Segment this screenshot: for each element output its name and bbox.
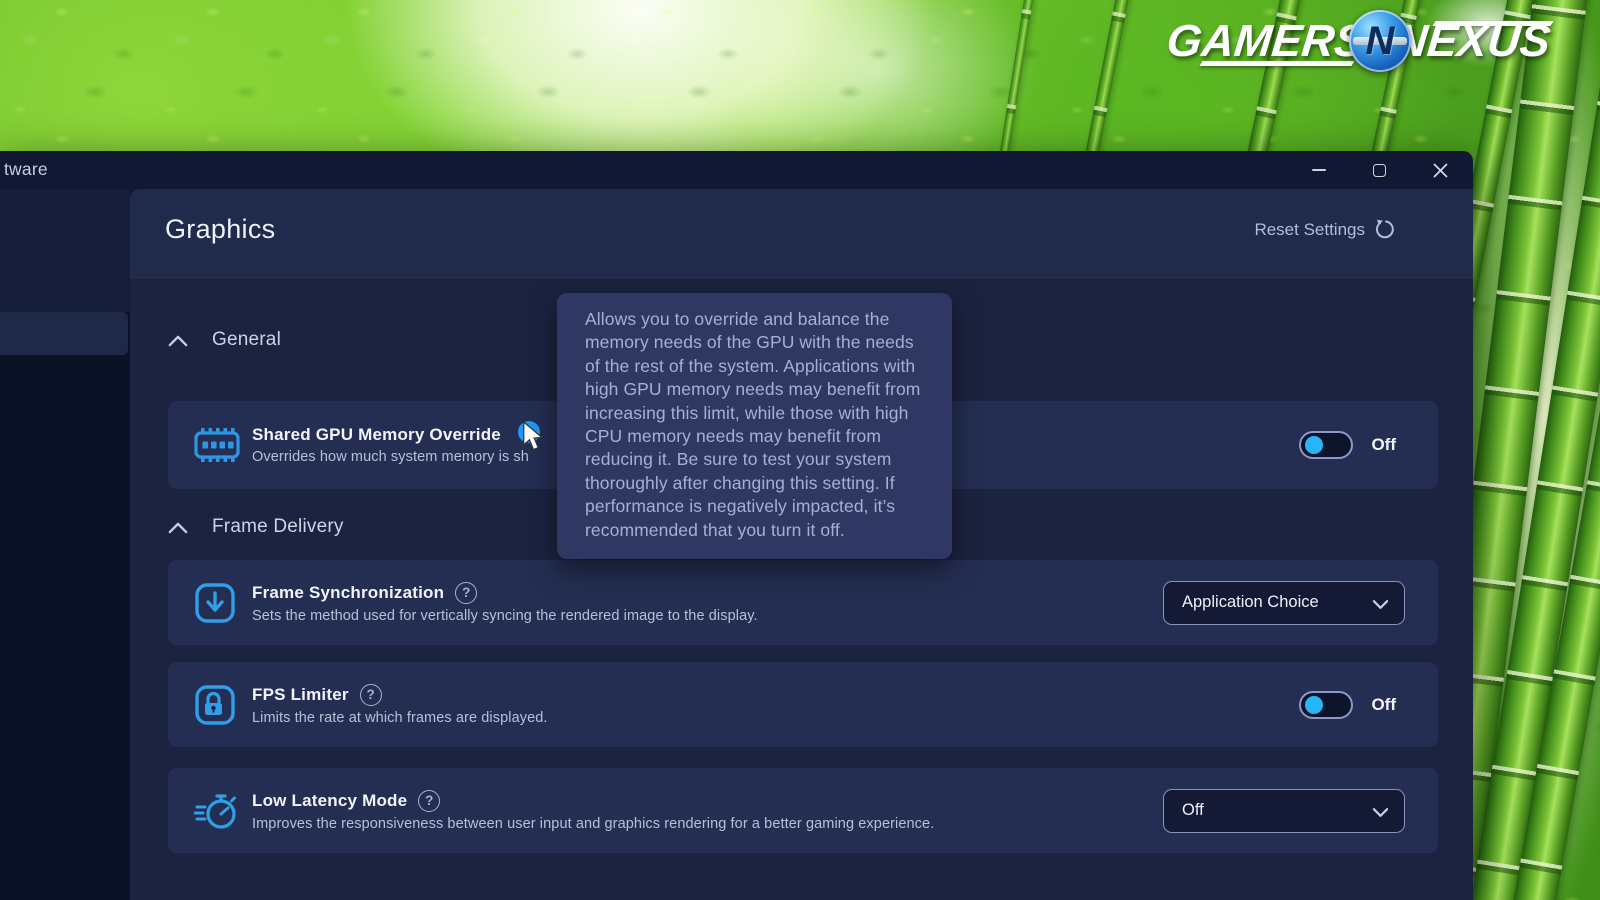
dropdown-value: Application Choice [1182, 593, 1319, 612]
shared-gpu-memory-toggle[interactable] [1299, 431, 1353, 459]
close-icon [1433, 163, 1448, 178]
row-text: Frame Synchronization ? Sets the method … [252, 582, 758, 624]
reset-settings-button[interactable]: Reset Settings [1254, 219, 1395, 240]
mouse-cursor [521, 422, 547, 452]
row-text: Low Latency Mode ? Improves the responsi… [252, 790, 934, 832]
section-label: Frame Delivery [212, 516, 344, 538]
setting-title: Frame Synchronization [252, 583, 444, 603]
help-icon[interactable]: ? [418, 790, 440, 812]
dropdown-value: Off [1182, 801, 1204, 820]
setting-row-frame-synchronization: Frame Synchronization ? Sets the method … [168, 560, 1438, 645]
stopwatch-icon [194, 790, 240, 832]
logo-text-nexus: NEXUS [1392, 15, 1553, 67]
page-title: Graphics [165, 214, 275, 245]
chevron-up-icon [168, 334, 188, 347]
logo-text-gamers: GAMERS [1165, 15, 1368, 67]
sidebar-nav-area [0, 189, 130, 312]
section-general[interactable]: General [168, 329, 281, 351]
emblem-letter: N [1366, 19, 1395, 64]
frame-sync-control: Application Choice [1163, 560, 1438, 645]
help-icon[interactable]: ? [455, 582, 477, 604]
fps-limiter-control: Off [1299, 662, 1438, 747]
gamersnexus-logo: GAMERS N NEXUS [1167, 6, 1550, 76]
toggle-knob [1305, 436, 1323, 454]
low-latency-control: Off [1163, 768, 1438, 853]
low-latency-dropdown[interactable]: Off [1163, 789, 1405, 833]
reset-icon [1374, 219, 1395, 240]
toggle-knob [1305, 696, 1323, 714]
reset-settings-label: Reset Settings [1254, 220, 1365, 240]
fps-limiter-toggle[interactable] [1299, 691, 1353, 719]
setting-title: FPS Limiter [252, 685, 349, 705]
chevron-down-icon [1372, 599, 1389, 610]
row-text: Shared GPU Memory Override Overrides how… [252, 425, 529, 465]
frame-sync-icon [194, 582, 236, 624]
window-title-partial: tware [4, 159, 48, 180]
tooltip-text: Allows you to override and balance the m… [585, 309, 920, 540]
screen: GAMERS N NEXUS tware [0, 0, 1600, 900]
tooltip: Allows you to override and balance the m… [557, 293, 952, 559]
sidebar-item-selected[interactable] [0, 312, 128, 355]
minimize-button[interactable] [1296, 151, 1342, 189]
sidebar [0, 189, 130, 900]
panel-header: Graphics Reset Settings [130, 189, 1473, 278]
chevron-up-icon [168, 521, 188, 534]
maximize-button[interactable] [1356, 151, 1402, 189]
setting-row-fps-limiter: FPS Limiter ? Limits the rate at which f… [168, 662, 1438, 747]
minimize-icon [1312, 169, 1326, 171]
close-button[interactable] [1417, 151, 1463, 189]
toggle-state-label: Off [1371, 435, 1396, 455]
titlebar: tware [0, 151, 1473, 189]
setting-description: Overrides how much system memory is sh [252, 449, 529, 465]
setting-description: Sets the method used for vertically sync… [252, 608, 758, 624]
row-text: FPS Limiter ? Limits the rate at which f… [252, 684, 548, 726]
toggle-state-label: Off [1371, 695, 1396, 715]
shared-gpu-memory-control: Off [1299, 401, 1438, 489]
frame-sync-dropdown[interactable]: Application Choice [1163, 581, 1405, 625]
maximize-icon [1373, 164, 1386, 177]
setting-description: Limits the rate at which frames are disp… [252, 710, 548, 726]
setting-title: Low Latency Mode [252, 791, 407, 811]
setting-row-low-latency-mode: Low Latency Mode ? Improves the responsi… [168, 768, 1438, 853]
help-icon[interactable]: ? [360, 684, 382, 706]
section-frame-delivery[interactable]: Frame Delivery [168, 516, 344, 538]
fps-lock-icon [194, 684, 236, 726]
memory-icon [194, 428, 240, 462]
chevron-down-icon [1372, 807, 1389, 818]
setting-description: Improves the responsiveness between user… [252, 816, 934, 832]
setting-title: Shared GPU Memory Override [252, 425, 501, 445]
section-label: General [212, 329, 281, 351]
gamersnexus-emblem-icon: N [1349, 10, 1411, 72]
